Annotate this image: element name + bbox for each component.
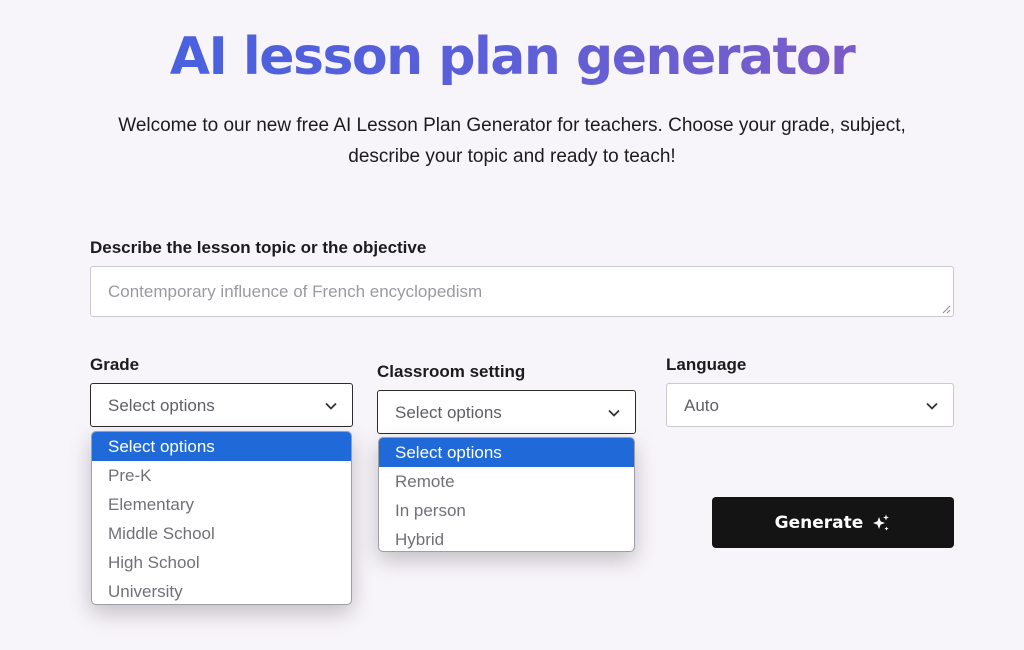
chevron-down-icon [926, 402, 938, 410]
resize-grip-icon[interactable] [942, 305, 951, 314]
sparkle-icon [873, 514, 890, 531]
grade-option-university[interactable]: University [92, 577, 351, 604]
classroom-select[interactable]: Select options [377, 390, 636, 434]
classroom-option-select-options[interactable]: Select options [379, 438, 634, 467]
topic-textarea[interactable]: Contemporary influence of French encyclo… [90, 266, 954, 317]
generate-button[interactable]: Generate [712, 497, 954, 548]
classroom-label: Classroom setting [377, 362, 526, 381]
classroom-option-hybrid[interactable]: Hybrid [379, 525, 634, 551]
classroom-dropdown: Select options Remote In person Hybrid [378, 437, 635, 552]
grade-option-elementary[interactable]: Elementary [92, 490, 351, 519]
grade-option-high-school[interactable]: High School [92, 548, 351, 577]
generate-button-label: Generate [774, 512, 864, 533]
grade-option-pre-k[interactable]: Pre-K [92, 461, 351, 490]
language-select-value: Auto [684, 396, 719, 415]
language-label: Language [666, 355, 747, 374]
grade-option-middle-school[interactable]: Middle School [92, 519, 351, 548]
chevron-down-icon [608, 409, 620, 417]
page-subtitle: Welcome to our new free AI Lesson Plan G… [118, 115, 906, 167]
grade-label: Grade [90, 355, 140, 374]
classroom-option-remote[interactable]: Remote [379, 467, 634, 496]
grade-option-select-options[interactable]: Select options [92, 432, 351, 461]
language-select[interactable]: Auto [666, 383, 954, 427]
chevron-down-icon [325, 402, 337, 410]
grade-select-value: Select options [108, 396, 215, 415]
topic-label: Describe the lesson topic or the objecti… [90, 238, 427, 257]
grade-select[interactable]: Select options [90, 383, 353, 427]
grade-dropdown: Select options Pre-K Elementary Middle S… [91, 431, 352, 605]
classroom-select-value: Select options [395, 403, 502, 422]
classroom-option-in-person[interactable]: In person [379, 496, 634, 525]
topic-placeholder: Contemporary influence of French encyclo… [108, 282, 483, 301]
page-title: AI lesson plan generator [0, 22, 1024, 92]
